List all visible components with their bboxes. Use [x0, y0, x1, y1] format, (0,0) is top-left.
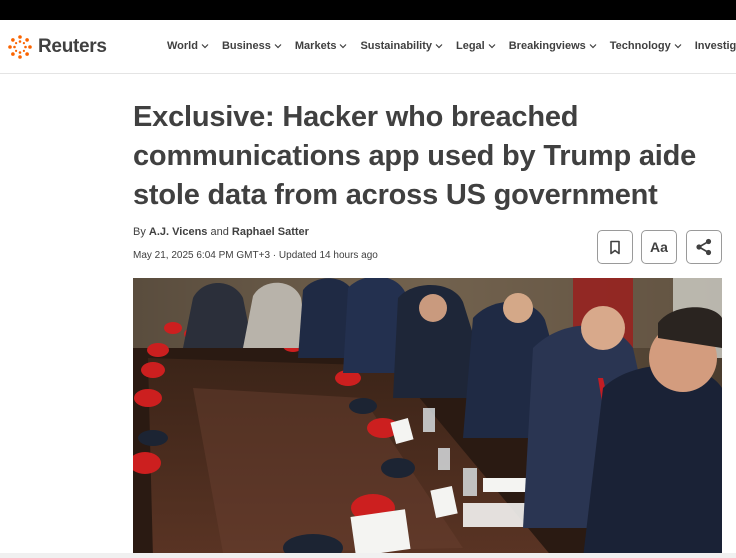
- chevron-down-icon: [589, 44, 597, 49]
- article-lead-photo[interactable]: [133, 278, 722, 558]
- chevron-down-icon: [435, 44, 443, 49]
- brand-name: Reuters: [38, 36, 107, 57]
- browser-top-bar: [0, 0, 736, 20]
- nav-item-breakingviews[interactable]: Breakingviews: [509, 40, 597, 52]
- article-headline: Exclusive: Hacker who breached communica…: [133, 101, 697, 211]
- nav-item-label: Markets: [294, 40, 337, 52]
- chevron-down-icon: [274, 44, 282, 49]
- article-header: Exclusive: Hacker who breached communica…: [133, 98, 733, 215]
- bookmark-button[interactable]: [597, 230, 633, 264]
- nav-item-label: Investigatio: [694, 40, 736, 52]
- nav-item-technology[interactable]: Technology: [610, 40, 682, 52]
- bookmark-icon: [610, 240, 620, 254]
- nav-item-label: Legal: [456, 40, 485, 52]
- byline: By A.J. Vicens and Raphael Satter: [133, 226, 309, 238]
- publish-date: May 21, 2025 6:04 PM GMT+3: [133, 250, 271, 261]
- nav-item-label: Technology: [609, 40, 671, 52]
- nav-item-label: World: [167, 40, 198, 52]
- reuters-logo[interactable]: Reuters: [7, 33, 107, 61]
- nav-item-label: Sustainability: [360, 40, 432, 52]
- nav-item-world[interactable]: World: [167, 40, 209, 52]
- byline-and: and: [210, 226, 229, 238]
- nav-item-investigations[interactable]: Investigatio: [695, 40, 736, 52]
- chevron-down-icon: [488, 44, 496, 49]
- cabinet-meeting-photo: [133, 278, 722, 558]
- nav-item-sustainability[interactable]: Sustainability: [360, 40, 443, 52]
- updated-time: · Updated 14 hours ago: [272, 250, 378, 261]
- chevron-down-icon: [201, 44, 209, 49]
- text-size-label: Aa: [650, 239, 668, 255]
- nav-item-label: Breakingviews: [508, 40, 586, 52]
- nav-item-business[interactable]: Business: [222, 40, 282, 52]
- nav-item-legal[interactable]: Legal: [456, 40, 496, 52]
- chevron-down-icon: [340, 44, 347, 49]
- dateline: May 21, 2025 6:04 PM GMT+3 · Updated 14 …: [133, 250, 378, 261]
- author-link[interactable]: A.J. Vicens: [149, 226, 208, 238]
- chevron-down-icon: [674, 44, 682, 49]
- site-header: Reuters World Business Markets Sustainab…: [0, 20, 736, 74]
- share-button[interactable]: [686, 230, 722, 264]
- nav-item-label: Business: [221, 40, 271, 52]
- main-navigation: World Business Markets Sustainability Le…: [167, 40, 736, 52]
- share-icon: [696, 238, 712, 256]
- byline-prefix: By: [133, 226, 146, 238]
- author-link[interactable]: Raphael Satter: [232, 226, 309, 238]
- text-size-button[interactable]: Aa: [641, 230, 677, 264]
- nav-item-markets[interactable]: Markets: [295, 40, 348, 52]
- page-bottom-edge: [0, 553, 736, 558]
- reuters-logo-icon: [8, 35, 32, 59]
